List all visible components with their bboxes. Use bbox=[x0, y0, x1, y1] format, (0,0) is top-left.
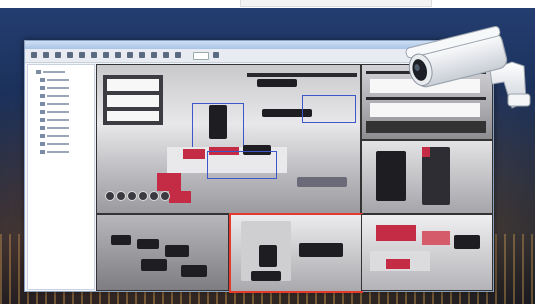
shoe bbox=[299, 243, 343, 257]
folded-stack-red bbox=[386, 259, 410, 269]
tree-item-label bbox=[47, 127, 69, 129]
tree-item-label bbox=[47, 95, 69, 97]
tree-item-label bbox=[47, 119, 69, 121]
tree-item[interactable] bbox=[40, 141, 80, 147]
product-stack-red bbox=[169, 191, 191, 203]
shelf-unit bbox=[247, 73, 357, 77]
ptz-control-icon[interactable] bbox=[116, 191, 126, 201]
toolbar-button[interactable] bbox=[163, 52, 169, 58]
tree-item[interactable] bbox=[40, 117, 80, 123]
folded-stack bbox=[454, 235, 480, 249]
camera-view-folded-clothes[interactable] bbox=[361, 214, 493, 291]
shoe bbox=[111, 235, 131, 245]
camera-view-clothing-rack[interactable] bbox=[361, 140, 493, 214]
detection-box bbox=[302, 95, 356, 123]
toolbar-field[interactable] bbox=[193, 52, 209, 60]
toolbar-button[interactable] bbox=[79, 52, 85, 58]
tree-item-label bbox=[47, 151, 69, 153]
shoe bbox=[165, 245, 189, 257]
hanging-clothes bbox=[209, 105, 227, 139]
product-group bbox=[257, 79, 297, 87]
tree-item-label bbox=[47, 111, 69, 113]
product-row bbox=[107, 111, 159, 121]
toolbar-button[interactable] bbox=[175, 52, 181, 58]
hanging-clothes bbox=[376, 151, 406, 201]
camera-view-shoes[interactable] bbox=[96, 214, 229, 291]
tree-item-label bbox=[47, 87, 69, 89]
ptz-control-icon[interactable] bbox=[138, 191, 148, 201]
ptz-control-icon[interactable] bbox=[105, 191, 115, 201]
shoe bbox=[181, 265, 207, 277]
camera-tree-sidebar bbox=[27, 64, 95, 290]
shoe bbox=[251, 271, 281, 281]
floor-display bbox=[297, 177, 347, 187]
detection-box bbox=[207, 151, 277, 179]
tree-item-label bbox=[47, 135, 69, 137]
shoe bbox=[141, 259, 167, 271]
folded-stack-red bbox=[376, 225, 416, 241]
camera-icon bbox=[40, 118, 45, 122]
toolbar-button[interactable] bbox=[115, 52, 121, 58]
toolbar-button[interactable] bbox=[139, 52, 145, 58]
garment-accent bbox=[422, 147, 430, 157]
shoe bbox=[137, 239, 159, 249]
camera-icon bbox=[40, 126, 45, 130]
tree-item[interactable] bbox=[40, 101, 80, 107]
camera-icon bbox=[40, 110, 45, 114]
toolbar-button[interactable] bbox=[55, 52, 61, 58]
tree-item[interactable] bbox=[40, 85, 80, 91]
shoe bbox=[259, 245, 277, 267]
camera-icon bbox=[40, 78, 45, 82]
tree-item-label bbox=[47, 143, 69, 145]
folder-icon bbox=[36, 70, 41, 74]
tree-item-label bbox=[47, 103, 69, 105]
camera-icon bbox=[40, 102, 45, 106]
product-row bbox=[107, 79, 159, 91]
toolbar-button[interactable] bbox=[213, 52, 219, 58]
camera-icon bbox=[40, 94, 45, 98]
product-stack-red bbox=[157, 173, 181, 191]
product-stack-red bbox=[183, 149, 205, 159]
toolbar-button[interactable] bbox=[91, 52, 97, 58]
tree-item[interactable] bbox=[36, 69, 76, 75]
toolbar-button[interactable] bbox=[31, 52, 37, 58]
toolbar-button[interactable] bbox=[43, 52, 49, 58]
tree-item[interactable] bbox=[40, 125, 80, 131]
ptz-control-icon[interactable] bbox=[160, 191, 170, 201]
tree-item[interactable] bbox=[40, 93, 80, 99]
camera-icon bbox=[40, 86, 45, 90]
security-camera-icon bbox=[405, 25, 531, 109]
shelf-unit bbox=[366, 121, 486, 133]
camera-icon bbox=[40, 134, 45, 138]
tree-item[interactable] bbox=[40, 149, 80, 155]
folded-stack-red bbox=[422, 231, 450, 245]
tree-item-label bbox=[47, 79, 69, 81]
toolbar-button[interactable] bbox=[67, 52, 73, 58]
camera-icon bbox=[40, 150, 45, 154]
tree-item[interactable] bbox=[40, 109, 80, 115]
toolbar-button[interactable] bbox=[127, 52, 133, 58]
camera-view-shoes-closeup[interactable] bbox=[229, 213, 363, 293]
product-row bbox=[107, 95, 159, 107]
camera-icon bbox=[40, 142, 45, 146]
ptz-control-icon[interactable] bbox=[127, 191, 137, 201]
toolbar-button[interactable] bbox=[103, 52, 109, 58]
tree-item-label bbox=[43, 71, 65, 73]
camera-view-main[interactable] bbox=[96, 64, 361, 214]
tree-item[interactable] bbox=[40, 133, 80, 139]
ptz-control-icon[interactable] bbox=[149, 191, 159, 201]
top-notch bbox=[240, 0, 432, 7]
toolbar-button[interactable] bbox=[151, 52, 157, 58]
tree-item[interactable] bbox=[40, 77, 80, 83]
